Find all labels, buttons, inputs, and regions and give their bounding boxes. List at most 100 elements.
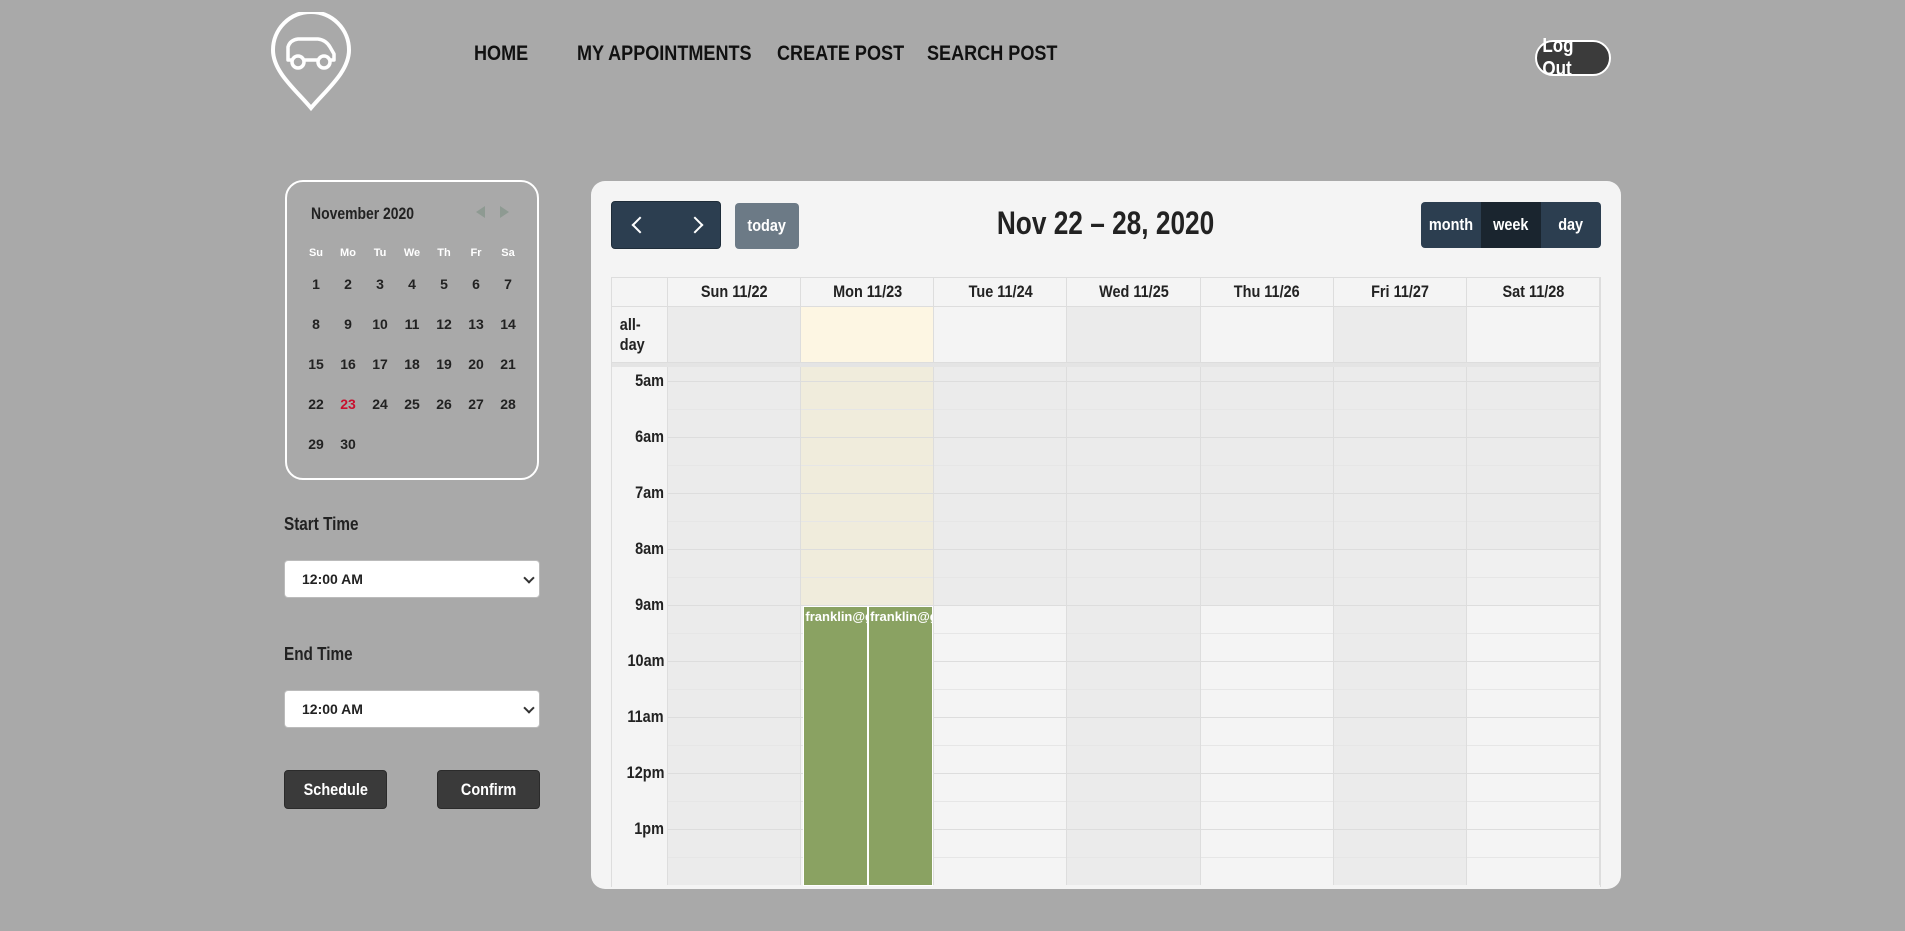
time-slot[interactable] xyxy=(934,717,1068,773)
time-slot[interactable] xyxy=(1067,773,1201,829)
view-month-button[interactable]: month xyxy=(1421,202,1481,248)
time-slot[interactable] xyxy=(1067,437,1201,493)
time-slot[interactable] xyxy=(934,829,1068,885)
mini-calendar-day[interactable]: 27 xyxy=(460,396,492,412)
logout-button[interactable]: Log Out xyxy=(1535,35,1611,80)
time-slot[interactable] xyxy=(1200,717,1334,773)
mini-calendar-day[interactable]: 4 xyxy=(396,276,428,292)
mini-calendar-day[interactable]: 12 xyxy=(428,316,460,332)
time-slot[interactable] xyxy=(668,381,802,437)
mini-calendar-day[interactable]: 20 xyxy=(460,356,492,372)
time-slot[interactable] xyxy=(934,493,1068,549)
all-day-cell[interactable] xyxy=(1200,307,1334,362)
time-slot[interactable] xyxy=(1067,367,1201,381)
time-slot[interactable] xyxy=(1200,549,1334,605)
view-day-button[interactable]: day xyxy=(1541,202,1601,248)
time-slot[interactable] xyxy=(1333,437,1467,493)
time-slot[interactable] xyxy=(1466,829,1600,885)
time-slot[interactable] xyxy=(668,661,802,717)
mini-calendar-day[interactable]: 25 xyxy=(396,396,428,412)
view-week-button[interactable]: week xyxy=(1481,202,1541,248)
appointment-event[interactable]: franklin@gmail.com xyxy=(868,606,933,886)
time-grid[interactable]: 4am5am 6am 7am 8am 9am 10am 11am 12pm 1pm frankl… xyxy=(611,367,1601,887)
time-slot[interactable] xyxy=(1067,661,1201,717)
time-slot[interactable] xyxy=(1200,773,1334,829)
time-slot[interactable] xyxy=(1466,717,1600,773)
mini-calendar-day[interactable]: 15 xyxy=(300,356,332,372)
mini-calendar-day[interactable]: 19 xyxy=(428,356,460,372)
all-day-cell[interactable] xyxy=(1466,307,1600,362)
time-slot[interactable] xyxy=(1333,605,1467,661)
appointment-event[interactable]: franklin@gmail.com xyxy=(803,606,869,886)
mini-calendar-day[interactable]: 21 xyxy=(492,356,524,372)
time-slot[interactable] xyxy=(801,381,935,437)
nav-search-post[interactable]: SEARCH POST xyxy=(927,42,1057,66)
time-slot[interactable] xyxy=(1067,605,1201,661)
mini-calendar-next-icon[interactable] xyxy=(500,206,509,218)
time-slot[interactable] xyxy=(1466,493,1600,549)
mini-calendar-day[interactable]: 30 xyxy=(332,436,364,452)
time-slot[interactable] xyxy=(1333,829,1467,885)
time-slot[interactable] xyxy=(1333,367,1467,381)
time-slot[interactable] xyxy=(934,381,1068,437)
car-location-logo[interactable] xyxy=(266,12,356,112)
start-time-select[interactable]: 12:00 AM xyxy=(284,560,540,598)
time-slot[interactable] xyxy=(668,773,802,829)
time-slot[interactable] xyxy=(1067,829,1201,885)
time-slot[interactable] xyxy=(801,549,935,605)
time-slot[interactable] xyxy=(1200,605,1334,661)
time-slot[interactable] xyxy=(801,437,935,493)
time-slot[interactable] xyxy=(1200,661,1334,717)
time-slot[interactable] xyxy=(668,367,802,381)
mini-calendar-prev-icon[interactable] xyxy=(476,206,485,218)
mini-calendar-day[interactable]: 26 xyxy=(428,396,460,412)
nav-home[interactable]: HOME xyxy=(474,42,528,66)
mini-calendar-day[interactable]: 6 xyxy=(460,276,492,292)
time-slot[interactable] xyxy=(1200,493,1334,549)
all-day-cell[interactable] xyxy=(1067,307,1201,362)
time-slot[interactable] xyxy=(668,829,802,885)
time-slot[interactable] xyxy=(1067,717,1201,773)
time-slot[interactable] xyxy=(934,437,1068,493)
time-slot[interactable] xyxy=(1200,437,1334,493)
time-slot[interactable] xyxy=(801,367,935,381)
time-slot[interactable] xyxy=(1333,773,1467,829)
time-slot[interactable] xyxy=(668,605,802,661)
time-slot[interactable] xyxy=(934,773,1068,829)
time-slot[interactable] xyxy=(1067,549,1201,605)
mini-calendar-day[interactable]: 9 xyxy=(332,316,364,332)
time-slot[interactable] xyxy=(1067,493,1201,549)
mini-calendar-day[interactable]: 11 xyxy=(396,316,428,332)
mini-calendar-day[interactable]: 16 xyxy=(332,356,364,372)
time-slot[interactable] xyxy=(1333,661,1467,717)
time-slot[interactable] xyxy=(1067,381,1201,437)
time-slot[interactable] xyxy=(1466,381,1600,437)
time-slot[interactable] xyxy=(1200,381,1334,437)
mini-calendar-day[interactable]: 17 xyxy=(364,356,396,372)
time-slot[interactable] xyxy=(1466,661,1600,717)
all-day-cell[interactable] xyxy=(801,307,935,362)
time-slot[interactable] xyxy=(1333,549,1467,605)
time-slot[interactable] xyxy=(668,493,802,549)
time-slot[interactable] xyxy=(934,367,1068,381)
time-slot[interactable] xyxy=(1200,829,1334,885)
time-slot[interactable] xyxy=(1333,381,1467,437)
mini-calendar-day[interactable]: 7 xyxy=(492,276,524,292)
time-slot[interactable] xyxy=(934,605,1068,661)
nav-create-post[interactable]: CREATE POST xyxy=(777,42,904,66)
all-day-cell[interactable] xyxy=(934,307,1068,362)
time-slot[interactable] xyxy=(1466,549,1600,605)
mini-calendar-day[interactable]: 1 xyxy=(300,276,332,292)
mini-calendar-day[interactable]: 5 xyxy=(428,276,460,292)
mini-calendar-day[interactable]: 13 xyxy=(460,316,492,332)
mini-calendar-day[interactable]: 10 xyxy=(364,316,396,332)
end-time-select[interactable]: 12:00 AM xyxy=(284,690,540,728)
time-slot[interactable] xyxy=(1466,367,1600,381)
time-slot[interactable] xyxy=(934,549,1068,605)
mini-calendar-day[interactable]: 2 xyxy=(332,276,364,292)
mini-calendar-day[interactable]: 28 xyxy=(492,396,524,412)
schedule-button[interactable]: Schedule xyxy=(284,770,387,809)
mini-calendar-day[interactable]: 14 xyxy=(492,316,524,332)
time-slot[interactable] xyxy=(801,493,935,549)
confirm-button[interactable]: Confirm xyxy=(437,770,540,809)
